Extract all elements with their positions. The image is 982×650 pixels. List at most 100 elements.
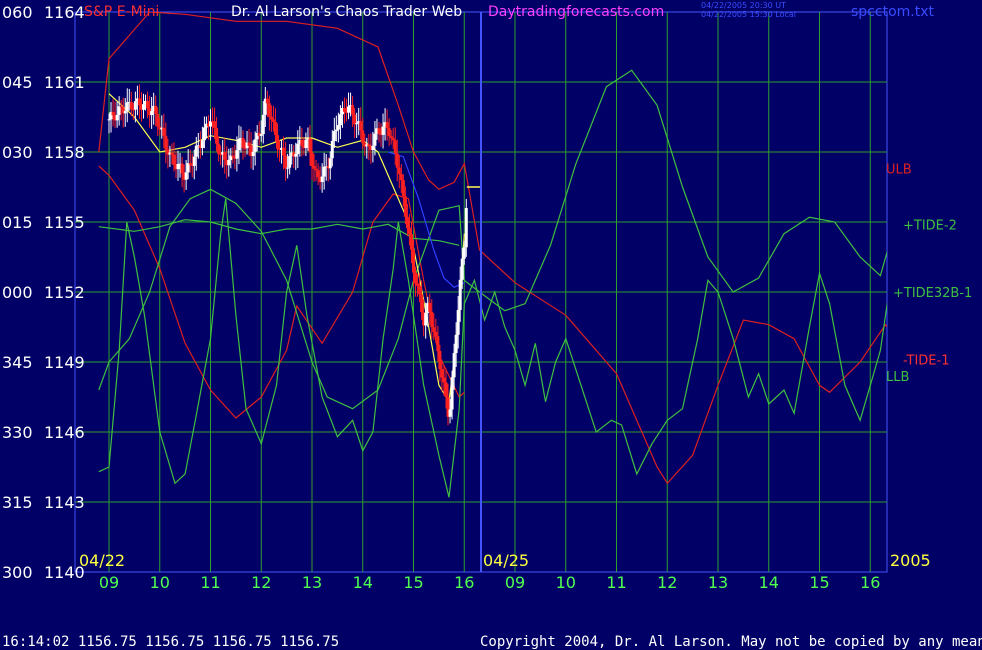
price-bar-body xyxy=(111,111,115,116)
price-bar-body xyxy=(456,309,460,335)
price-bar-body xyxy=(454,334,458,354)
price-bar-body xyxy=(119,106,123,108)
price-bar-body xyxy=(200,140,204,149)
price-bar-body xyxy=(241,138,245,148)
price-bar-body xyxy=(316,170,320,178)
y-tick-angle: 300 xyxy=(2,563,33,582)
y-tick-angle: 015 xyxy=(2,213,33,232)
price-bar-body xyxy=(430,311,434,328)
price-bar-body xyxy=(286,167,290,169)
price-bar-body xyxy=(444,382,448,397)
price-bar-body xyxy=(452,353,456,378)
price-bar-body xyxy=(361,130,365,144)
price-bar-body xyxy=(458,279,462,310)
price-bar-body xyxy=(215,128,219,144)
price-bar-body xyxy=(334,129,338,132)
price-bar-body xyxy=(393,140,397,154)
y-tick-price: 1149 xyxy=(44,353,85,372)
price-bar-body xyxy=(347,106,351,113)
price-bar-body xyxy=(381,126,385,135)
y-tick-price: 1161 xyxy=(44,73,85,92)
price-bar-body xyxy=(223,152,227,160)
y-tick-price: 1143 xyxy=(44,493,85,512)
date-label-right: 04/25 xyxy=(483,551,529,570)
y-tick-angle: 330 xyxy=(2,423,33,442)
date-label-left: 04/22 xyxy=(79,551,125,570)
series-label-llb: LLB xyxy=(886,370,909,385)
price-bar-body xyxy=(300,139,304,146)
y-tick-price: 1155 xyxy=(44,213,85,232)
price-bar-body xyxy=(450,377,454,410)
x-tick-label: 15 xyxy=(809,573,829,592)
price-bar-body xyxy=(150,110,154,116)
y-tick-price: 1152 xyxy=(44,283,85,302)
price-bar-body xyxy=(434,331,438,337)
price-bar-body xyxy=(184,172,188,180)
price-bar-body xyxy=(462,247,466,259)
x-tick-label: 16 xyxy=(860,573,880,592)
price-bar-body xyxy=(269,116,273,120)
price-bar-body xyxy=(213,121,217,129)
price-bar-body xyxy=(154,105,158,114)
series-label--tide32b-1: +TIDE32B-1 xyxy=(893,286,972,301)
price-bar-body xyxy=(351,105,355,115)
price-bar-body xyxy=(448,409,452,417)
y-tick-angle: 045 xyxy=(2,73,33,92)
price-bar-body xyxy=(180,163,184,174)
price-bar-body xyxy=(129,101,133,110)
price-bar-body xyxy=(395,153,399,168)
x-tick-label: 15 xyxy=(403,573,423,592)
price-bar-body xyxy=(288,156,292,168)
price-bar-body xyxy=(403,196,407,217)
price-bar-body xyxy=(275,135,279,149)
y-tick-angle: 060 xyxy=(2,3,33,22)
price-bar-body xyxy=(265,98,269,104)
price-bar-body xyxy=(123,110,127,114)
x-tick-label: 13 xyxy=(302,573,322,592)
x-tick-label: 14 xyxy=(759,573,779,592)
price-bar-body xyxy=(107,119,111,121)
price-bar-body xyxy=(397,167,401,175)
x-tick-label: 11 xyxy=(606,573,626,592)
footer-copyright: Copyright 2004, Dr. Al Larson. May not b… xyxy=(480,634,982,650)
price-bar-body xyxy=(156,113,160,127)
y-tick-price: 1146 xyxy=(44,423,85,442)
price-bar-body xyxy=(440,369,444,378)
header-time-ut: 04/22/2005 20:30 UT xyxy=(701,1,786,10)
price-bar-body xyxy=(460,258,464,280)
year-label: 2005 xyxy=(890,551,931,570)
price-bar-body xyxy=(418,285,422,295)
price-bar-body xyxy=(359,121,363,131)
header-file: spcctom.txt xyxy=(851,4,934,20)
y-tick-angle: 000 xyxy=(2,283,33,302)
price-bar-body xyxy=(385,122,389,128)
price-bar-body xyxy=(420,294,424,313)
price-bar-body xyxy=(387,127,391,137)
price-bar-body xyxy=(188,162,192,165)
y-tick-price: 1158 xyxy=(44,143,85,162)
price-bar-body xyxy=(330,140,334,159)
x-tick-label: 12 xyxy=(657,573,677,592)
price-bar-body xyxy=(428,303,432,312)
price-bar-body xyxy=(310,152,314,166)
price-bar-body xyxy=(308,138,312,153)
y-tick-price: 1164 xyxy=(44,3,85,22)
price-bar-body xyxy=(464,208,468,248)
price-bar-body xyxy=(336,125,340,130)
price-bar-body xyxy=(296,143,300,154)
price-bar-body xyxy=(261,114,265,135)
price-bar-body xyxy=(294,153,298,157)
price-bar-body xyxy=(409,234,413,250)
price-bar-body xyxy=(137,98,141,106)
y-tick-angle: 030 xyxy=(2,143,33,162)
x-tick-label: 16 xyxy=(454,573,474,592)
price-bar-body xyxy=(367,144,371,147)
price-bar-body xyxy=(322,166,326,177)
price-bar-body xyxy=(162,127,166,136)
price-bar-body xyxy=(355,123,359,125)
y-tick-angle: 315 xyxy=(2,493,33,512)
price-bar-body xyxy=(391,137,395,141)
price-bar-body xyxy=(231,155,235,157)
price-bar-body xyxy=(164,135,168,150)
price-bar-body xyxy=(117,106,121,115)
